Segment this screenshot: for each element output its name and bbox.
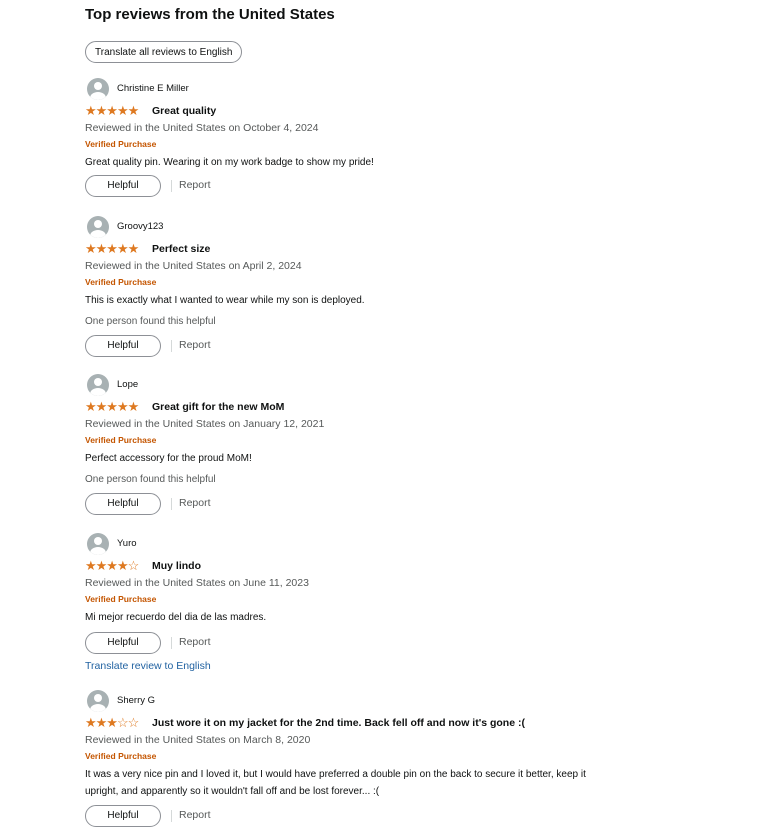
helpful-button[interactable]: Helpful xyxy=(85,493,161,515)
report-link[interactable]: Report xyxy=(179,636,211,648)
star-rating-icon[interactable]: ★★★★★ xyxy=(85,103,139,119)
report-link[interactable]: Report xyxy=(179,179,211,191)
translate-all-button[interactable]: Translate all reviews to English xyxy=(85,41,243,63)
review-title[interactable]: Great quality xyxy=(152,105,216,117)
reviewer-name[interactable]: Christine E Miller xyxy=(117,83,189,94)
reviewer-name[interactable]: Lope xyxy=(117,379,138,390)
review-item: Groovy123 ★★★★★ Perfect size Reviewed in… xyxy=(85,216,685,357)
verified-purchase-badge: Verified Purchase xyxy=(85,751,157,761)
review-body: It was a very nice pin and I loved it, b… xyxy=(85,769,586,797)
star-rating-icon[interactable]: ★★★☆☆ xyxy=(85,715,139,731)
helpful-button[interactable]: Helpful xyxy=(85,632,161,654)
star-empty-icons: ☆☆ xyxy=(116,715,139,730)
star-full-icons: ★★★★ xyxy=(85,558,129,573)
review-title[interactable]: Muy lindo xyxy=(152,560,201,572)
verified-purchase-badge: Verified Purchase xyxy=(85,277,157,287)
divider xyxy=(171,498,172,510)
star-rating-icon[interactable]: ★★★★★ xyxy=(85,399,139,415)
review-item: Sherry G ★★★☆☆ Just wore it on my jacket… xyxy=(85,690,685,827)
helpful-button[interactable]: Helpful xyxy=(85,335,161,357)
report-link[interactable]: Report xyxy=(179,497,211,509)
avatar-icon xyxy=(87,374,109,396)
star-rating-icon[interactable]: ★★★★☆ xyxy=(85,558,140,574)
avatar-icon xyxy=(87,690,109,712)
reviewer-name[interactable]: Yuro xyxy=(117,538,137,549)
helpful-button[interactable]: Helpful xyxy=(85,805,161,827)
helpful-count: One person found this helpful xyxy=(85,316,216,327)
verified-purchase-badge: Verified Purchase xyxy=(85,594,157,604)
avatar-icon xyxy=(87,533,109,555)
report-link[interactable]: Report xyxy=(179,809,211,821)
helpful-count: One person found this helpful xyxy=(85,474,216,485)
avatar-icon xyxy=(87,78,109,100)
review-body: Perfect accessory for the proud MoM! xyxy=(85,453,252,464)
reviewer-profile[interactable]: Christine E Miller xyxy=(85,78,685,102)
divider xyxy=(171,810,172,822)
helpful-button[interactable]: Helpful xyxy=(85,175,161,197)
review-date: Reviewed in the United States on March 8… xyxy=(85,734,311,746)
reviewer-profile[interactable]: Groovy123 xyxy=(85,216,685,240)
divider xyxy=(171,180,172,192)
report-link[interactable]: Report xyxy=(179,339,211,351)
review-item: Yuro ★★★★☆ Muy lindo Reviewed in the Uni… xyxy=(85,533,685,672)
reviewer-name[interactable]: Groovy123 xyxy=(117,221,163,232)
star-empty-icons: ☆ xyxy=(127,558,140,573)
review-date: Reviewed in the United States on April 2… xyxy=(85,260,302,272)
review-date: Reviewed in the United States on October… xyxy=(85,122,319,134)
avatar-icon xyxy=(87,216,109,238)
review-title[interactable]: Perfect size xyxy=(152,243,210,255)
divider xyxy=(171,637,172,649)
section-heading: Top reviews from the United States xyxy=(85,6,335,23)
review-item: Christine E Miller ★★★★★ Great quality R… xyxy=(85,78,685,197)
divider xyxy=(171,340,172,352)
reviewer-profile[interactable]: Lope xyxy=(85,374,685,398)
verified-purchase-badge: Verified Purchase xyxy=(85,435,157,445)
verified-purchase-badge: Verified Purchase xyxy=(85,139,157,149)
review-title[interactable]: Great gift for the new MoM xyxy=(152,401,284,413)
star-rating-icon[interactable]: ★★★★★ xyxy=(85,241,139,257)
review-title[interactable]: Just wore it on my jacket for the 2nd ti… xyxy=(152,717,525,729)
review-item: Lope ★★★★★ Great gift for the new MoM Re… xyxy=(85,374,685,515)
review-body: Great quality pin. Wearing it on my work… xyxy=(85,157,374,168)
reviewer-profile[interactable]: Sherry G xyxy=(85,690,685,714)
reviewer-profile[interactable]: Yuro xyxy=(85,533,685,557)
reviewer-name[interactable]: Sherry G xyxy=(117,695,155,706)
review-date: Reviewed in the United States on June 11… xyxy=(85,577,309,589)
review-date: Reviewed in the United States on January… xyxy=(85,418,325,430)
star-full-icons: ★★★ xyxy=(85,715,118,730)
review-body: Mi mejor recuerdo del dia de las madres. xyxy=(85,612,267,623)
review-body: This is exactly what I wanted to wear wh… xyxy=(85,295,365,306)
translate-review-link[interactable]: Translate review to English xyxy=(85,660,685,672)
